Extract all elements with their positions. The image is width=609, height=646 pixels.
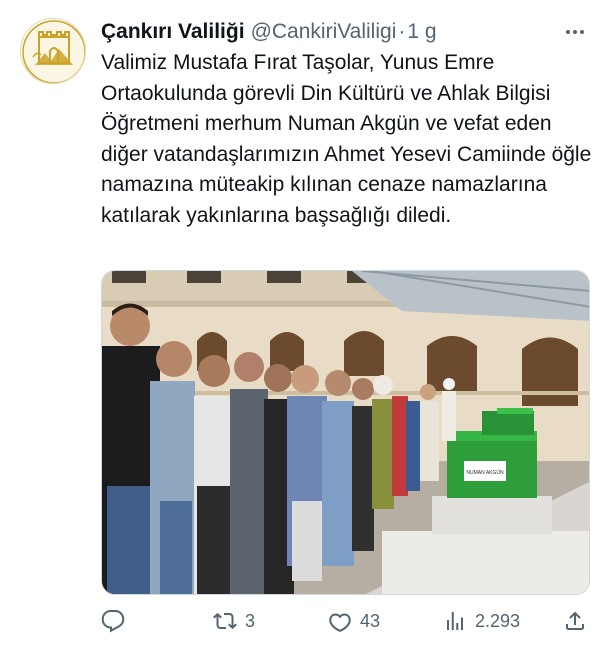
more-options-button[interactable] xyxy=(561,18,589,46)
share-icon xyxy=(566,611,584,630)
heart-icon xyxy=(329,613,351,632)
avatar[interactable] xyxy=(20,18,86,84)
tweet-text: Valimiz Mustafa Fırat Taşolar, Yunus Emr… xyxy=(101,51,592,227)
reply-icon xyxy=(101,610,125,633)
retweet-count: 3 xyxy=(245,610,256,631)
like-count: 43 xyxy=(360,610,381,631)
funeral-prayer-photo: NUMAN AKGÜN xyxy=(102,271,589,594)
reply-button[interactable] xyxy=(101,606,133,636)
separator-dot: · xyxy=(398,20,406,43)
retweet-icon xyxy=(213,612,237,630)
cankiri-logo-icon xyxy=(22,20,85,83)
more-icon xyxy=(566,30,584,34)
tweet-header: Çankırı Valiliği @CankiriValiligi · 1 g xyxy=(101,16,589,48)
share-button[interactable] xyxy=(563,606,587,636)
user-handle[interactable]: @CankiriValiligi xyxy=(251,20,397,44)
like-button[interactable]: 43 xyxy=(328,606,380,636)
coffin-nameplate: NUMAN AKGÜN xyxy=(466,469,504,476)
views-icon xyxy=(447,612,463,630)
tweet-actions: 3 43 2.293 xyxy=(101,606,590,636)
tweet-photo[interactable]: NUMAN AKGÜN xyxy=(101,270,590,595)
display-name[interactable]: Çankırı Valiliği xyxy=(101,20,245,44)
views-button[interactable]: 2.293 xyxy=(443,606,520,636)
views-count: 2.293 xyxy=(475,610,521,631)
timestamp[interactable]: 1 g xyxy=(407,20,436,44)
retweet-button[interactable]: 3 xyxy=(213,606,255,636)
